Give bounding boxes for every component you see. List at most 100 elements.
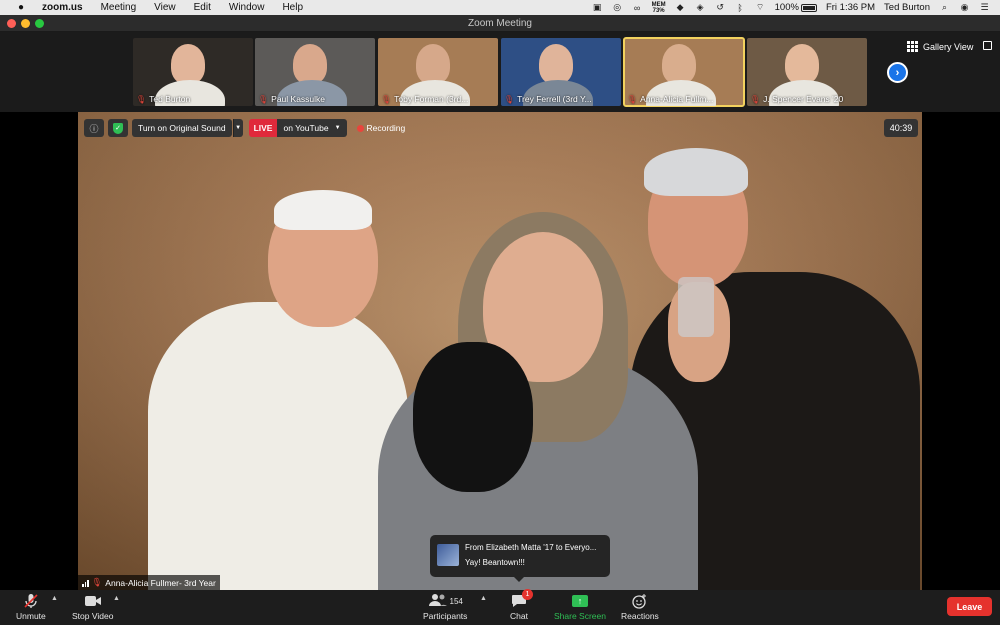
participant-tile[interactable]: 🎙 Anna-Alicia Fullm...	[623, 37, 745, 107]
menu-edit[interactable]: Edit	[194, 2, 211, 13]
video-dog	[413, 342, 533, 492]
chat-button[interactable]: 1 Chat	[510, 589, 533, 621]
original-sound-dropdown[interactable]: ▼	[232, 119, 243, 137]
participant-name: 🎙 Paul Kassulke	[258, 94, 326, 104]
live-stream-label: on YouTube	[283, 123, 329, 133]
gallery-view-label: Gallery View	[923, 41, 974, 52]
stop-video-button[interactable]: Stop Video	[72, 593, 113, 621]
video-options-caret[interactable]: ▲	[113, 595, 120, 602]
reactions-label: Reactions	[621, 611, 659, 621]
battery-indicator[interactable]: 100%	[775, 2, 817, 13]
chevron-down-icon: ▼	[334, 125, 341, 131]
video-top-controls: ⓘ ✓ Turn on Original Sound ▼ LIVE on You…	[84, 119, 405, 137]
memory-monitor[interactable]: MEM 73%	[652, 2, 666, 14]
participant-name: 🎙 Toby Forman (3rd...	[381, 94, 469, 104]
security-button[interactable]: ✓	[108, 119, 128, 137]
meeting-timer: 40:39	[884, 119, 918, 137]
sync-icon[interactable]: ◎	[612, 2, 623, 13]
menu-help[interactable]: Help	[282, 2, 303, 13]
original-sound-button[interactable]: Turn on Original Sound	[132, 119, 232, 137]
chat-sender: From Elizabeth Matta '17 to Everyo...	[465, 543, 597, 552]
mic-muted-icon: 🎙	[627, 94, 638, 104]
app-menu[interactable]: zoom.us	[42, 2, 83, 13]
chat-icon: 1	[511, 589, 533, 609]
window-title: Zoom Meeting	[468, 18, 532, 29]
connection-signal-icon	[82, 579, 89, 587]
chat-label: Chat	[510, 611, 528, 621]
participant-video	[539, 44, 573, 84]
main-video[interactable]	[78, 112, 922, 590]
recording-label: Recording	[366, 123, 406, 133]
share-screen-button[interactable]: ↑ Share Screen	[554, 593, 606, 621]
participant-name: 🎙 Anna-Alicia Fullm...	[627, 94, 714, 104]
participants-label: Participants	[423, 611, 468, 621]
menubar: ● zoom.us Meeting View Edit Window Help …	[0, 0, 1000, 15]
participant-tile[interactable]: 🎙 Toby Forman (3rd...	[378, 38, 498, 106]
audio-options-caret[interactable]: ▲	[51, 595, 58, 602]
app-icon[interactable]: ◆	[675, 2, 686, 13]
participants-button[interactable]: 154 Participants	[423, 593, 467, 621]
battery-icon	[800, 3, 817, 12]
leave-button[interactable]: Leave	[947, 597, 992, 616]
participant-video	[416, 44, 450, 84]
participants-options-caret[interactable]: ▲	[480, 595, 487, 602]
live-stream-menu[interactable]: on YouTube ▼	[277, 119, 347, 137]
shield-icon: ✓	[113, 122, 123, 134]
grid-icon	[907, 41, 918, 52]
fullscreen-icon[interactable]	[983, 41, 992, 50]
participant-video	[171, 44, 205, 84]
reactions-button[interactable]: Reactions	[621, 593, 659, 621]
mic-muted-icon: 🎙	[258, 94, 269, 104]
participant-tile[interactable]: 🎙 J. Spencer Evans '20	[747, 38, 867, 106]
participant-tile[interactable]: 🎙 Paul Kassulke	[255, 38, 375, 106]
clock[interactable]: Fri 1:36 PM	[826, 2, 875, 13]
mic-muted-icon: 🎙	[750, 94, 761, 104]
share-screen-icon: ↑	[571, 595, 588, 607]
video-figure-left-body	[148, 302, 408, 590]
wifi-icon[interactable]: ⌔	[755, 2, 766, 13]
stop-video-label: Stop Video	[72, 611, 114, 621]
avatar	[437, 544, 459, 566]
chat-message: Yay! Beantown!!!	[465, 558, 525, 567]
participant-name: 🎙 J. Spencer Evans '20	[750, 94, 844, 104]
recording-indicator[interactable]: Recording	[356, 123, 406, 133]
gallery-strip: 🎙 Ted Burton 🎙 Paul Kassulke 🎙 Toby Forman (3…	[0, 32, 1000, 112]
menu-window[interactable]: Window	[229, 2, 265, 13]
participant-name: 🎙 Ted Burton	[136, 94, 191, 104]
participant-tile[interactable]: 🎙 Ted Burton	[133, 38, 253, 106]
participants-icon	[428, 593, 448, 609]
time-machine-icon[interactable]: ↺	[715, 2, 726, 13]
gallery-view-button[interactable]: Gallery View	[907, 41, 973, 52]
menu-meeting[interactable]: Meeting	[101, 2, 137, 13]
menu-view[interactable]: View	[154, 2, 176, 13]
notification-center-icon[interactable]: ☰	[979, 2, 990, 13]
chat-unread-badge: 1	[521, 589, 533, 600]
window-titlebar: Zoom Meeting	[0, 15, 1000, 32]
creative-cloud-icon[interactable]: ∞	[632, 2, 643, 13]
next-page-button[interactable]: ›	[887, 62, 908, 83]
spotlight-icon[interactable]: ⌕	[939, 2, 950, 13]
siri-icon[interactable]: ◉	[959, 2, 970, 13]
mic-muted-icon: 🎙	[91, 577, 103, 587]
apple-icon[interactable]: ●	[14, 2, 28, 13]
mic-muted-icon	[23, 593, 39, 609]
dropbox-icon[interactable]: ◈	[695, 2, 706, 13]
user-name[interactable]: Ted Burton	[884, 2, 930, 13]
participant-count: 154	[449, 596, 463, 606]
bluetooth-icon[interactable]: ᛒ	[735, 2, 746, 13]
battery-percent: 100%	[774, 2, 799, 13]
active-speaker-name: Anna-Alicia Fullmer- 3rd Year	[105, 577, 216, 588]
participant-name: 🎙 Trey Ferrell (3rd Y...	[504, 94, 592, 104]
zoom-status-icon[interactable]: ▣	[592, 2, 603, 13]
share-screen-label: Share Screen	[554, 611, 606, 621]
participant-tile[interactable]: 🎙 Trey Ferrell (3rd Y...	[501, 38, 621, 106]
unmute-button[interactable]: Unmute	[16, 593, 46, 621]
mic-muted-icon: 🎙	[381, 94, 392, 104]
live-badge[interactable]: LIVE	[248, 119, 278, 137]
chat-notification[interactable]: From Elizabeth Matta '17 to Everyo... Ya…	[430, 535, 610, 582]
meeting-info-button[interactable]: ⓘ	[84, 119, 104, 137]
mic-muted-icon: 🎙	[504, 94, 515, 104]
record-dot-icon	[356, 124, 364, 132]
video-camera-icon	[84, 593, 102, 609]
participant-video	[785, 44, 819, 84]
